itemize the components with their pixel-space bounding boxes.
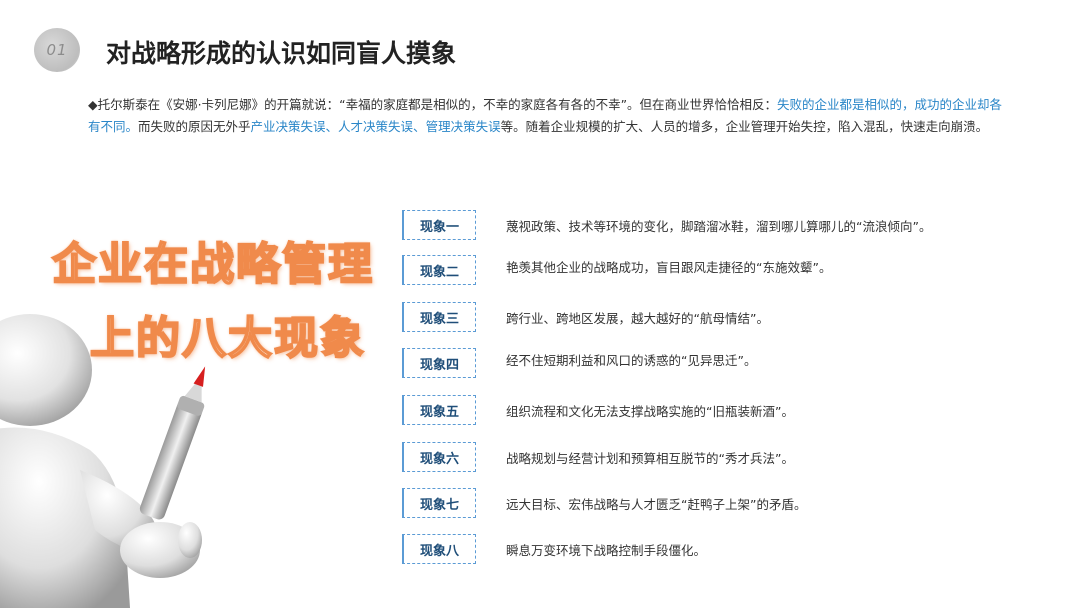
phenomenon-row: 现象五 组织流程和文化无法支撑战略实施的“旧瓶装新酒”。 <box>402 395 1042 427</box>
phenomenon-row: 现象七 远大目标、宏伟战略与人才匮乏“赶鸭子上架”的矛盾。 <box>402 488 1042 520</box>
phenomenon-label: 现象八 <box>402 534 476 564</box>
intro-highlight-2: 产业决策失误、 <box>250 119 339 134</box>
phenomenon-label: 现象二 <box>402 255 476 285</box>
intro-highlight-4: 管理决策失误 <box>425 119 501 134</box>
intro-highlight-3: 人才决策失误、 <box>338 119 426 134</box>
page-title: 对战略形成的认识如同盲人摸象 <box>106 39 457 68</box>
phenomenon-row: 现象八 瞬息万变环境下战略控制手段僵化。 <box>402 534 1042 566</box>
phenomenon-text: 跨行业、跨地区发展，越大越好的“航母情结”。 <box>506 311 769 326</box>
phenomenon-row: 现象三 跨行业、跨地区发展，越大越好的“航母情结”。 <box>402 302 1042 334</box>
phenomenon-text: 组织流程和文化无法支撑战略实施的“旧瓶装新酒”。 <box>506 404 794 419</box>
phenomenon-label: 现象七 <box>402 488 476 518</box>
phenomenon-row: 现象二 艳羡其他企业的战略成功，盲目跟风走捷径的“东施效颦”。 <box>402 255 1042 287</box>
phenomenon-row: 现象六 战略规划与经营计划和预算相互脱节的“秀才兵法”。 <box>402 442 1042 474</box>
phenomenon-text: 经不住短期利益和风口的诱惑的“见异思迁”。 <box>506 353 757 368</box>
phenomenon-text: 战略规划与经营计划和预算相互脱节的“秀才兵法”。 <box>506 451 794 466</box>
section-number-badge: 01 <box>34 28 80 72</box>
intro-text-3: 等。随着企业规模的扩大、人员的增多，企业管理开始失控，陷入混乱，快速走向崩溃。 <box>500 119 989 134</box>
intro-text-1: ◆托尔斯泰在《安娜·卡列尼娜》的开篇就说：“幸福的家庭都是相似的，不幸的家庭各有… <box>88 97 778 112</box>
intro-paragraph: ◆托尔斯泰在《安娜·卡列尼娜》的开篇就说：“幸福的家庭都是相似的，不幸的家庭各有… <box>88 94 1008 138</box>
headline-line-1: 企业在战略管理 <box>51 238 374 291</box>
phenomenon-label: 现象六 <box>402 442 476 472</box>
phenomenon-text: 远大目标、宏伟战略与人才匮乏“赶鸭子上架”的矛盾。 <box>506 497 807 512</box>
intro-text-2: 而失败的原因无外乎 <box>138 119 251 134</box>
phenomenon-text: 蔑视政策、技术等环境的变化，脚踏溜冰鞋，溜到哪儿算哪儿的“流浪倾向”。 <box>506 219 932 234</box>
phenomenon-row: 现象四 经不住短期利益和风口的诱惑的“见异思迁”。 <box>402 348 1042 380</box>
phenomenon-label: 现象三 <box>402 302 476 332</box>
phenomenon-label: 现象五 <box>402 395 476 425</box>
phenomenon-text: 艳羡其他企业的战略成功，盲目跟风走捷径的“东施效颦”。 <box>506 260 832 275</box>
phenomenon-label: 现象四 <box>402 348 476 378</box>
phenomenon-label: 现象一 <box>402 210 476 240</box>
figure-with-marker-illustration <box>0 314 206 608</box>
phenomenon-row: 现象一 蔑视政策、技术等环境的变化，脚踏溜冰鞋，溜到哪儿算哪儿的“流浪倾向”。 <box>402 210 1042 242</box>
phenomenon-text: 瞬息万变环境下战略控制手段僵化。 <box>506 543 707 558</box>
